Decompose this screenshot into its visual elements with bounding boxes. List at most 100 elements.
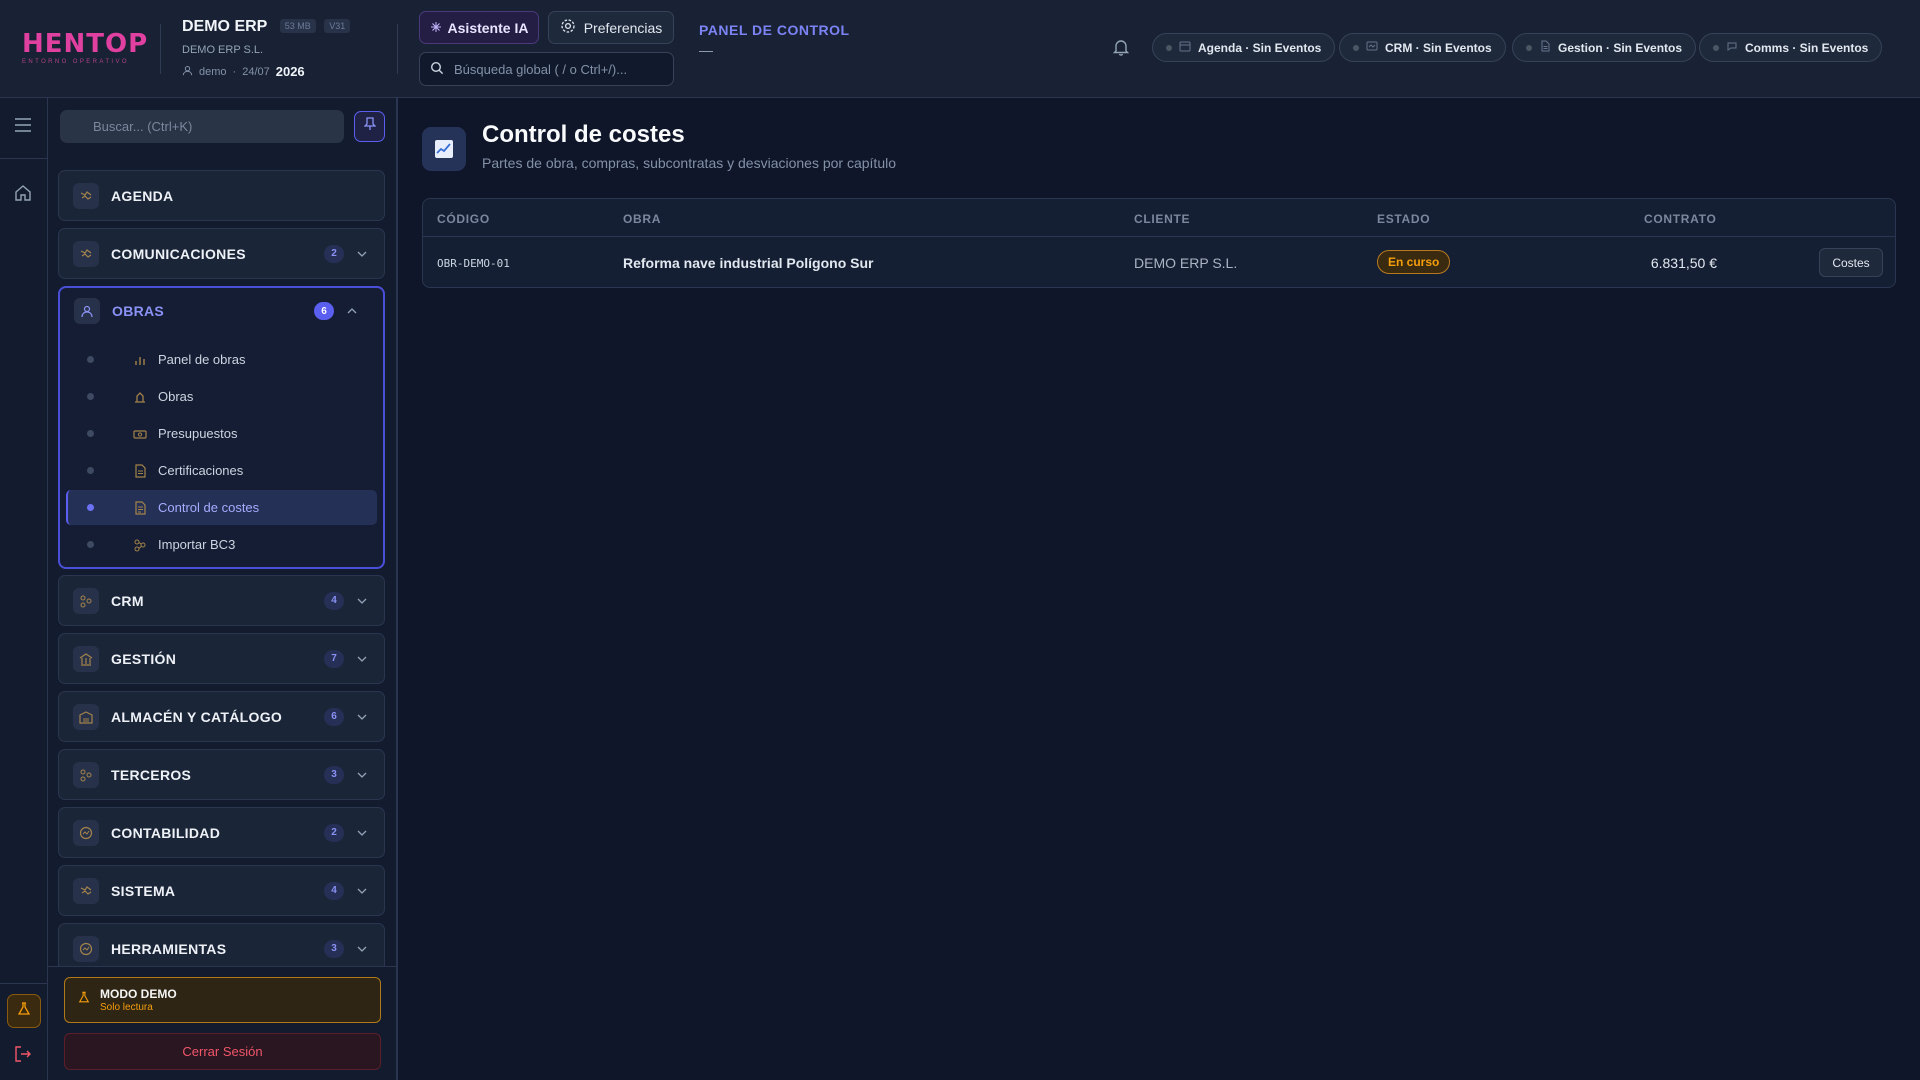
category-count-badge: 6 xyxy=(314,302,334,320)
logo-wordmark: HENTOP xyxy=(22,29,149,59)
category-count-badge: 6 xyxy=(324,707,344,726)
demo-mode-rail-button[interactable] xyxy=(7,994,41,1028)
sidebar-category-agenda[interactable]: AGENDA xyxy=(58,170,385,221)
panel-title[interactable]: PANEL DE CONTROL xyxy=(699,22,850,38)
chevron-down-icon xyxy=(354,830,370,836)
gear-icon xyxy=(560,18,576,37)
category-label: SISTEMA xyxy=(111,882,176,899)
flask-icon xyxy=(78,991,90,1009)
agenda-status-pill[interactable]: Agenda · Sin Eventos xyxy=(1152,33,1336,62)
system-icon xyxy=(73,877,99,904)
date: 24/07 xyxy=(242,65,270,78)
sidebar-item-certificaciones[interactable]: Certificaciones xyxy=(66,453,377,488)
sidebar-category-crm[interactable]: CRM 4 xyxy=(58,575,385,626)
accounting-icon xyxy=(73,819,99,846)
preferences-button[interactable]: Preferencias xyxy=(548,11,674,44)
user-icon xyxy=(182,65,193,79)
import-icon xyxy=(131,536,149,554)
sidebar-item-panel-de-obras[interactable]: Panel de obras xyxy=(66,342,377,377)
money-icon xyxy=(131,425,149,443)
user-line: demo · 24/07 2026 xyxy=(182,64,350,79)
column-header-obra[interactable]: OBRA xyxy=(623,212,661,226)
chevron-down-icon xyxy=(354,772,370,778)
company-name: DEMO ERP xyxy=(182,18,268,35)
category-count-badge: 3 xyxy=(324,939,344,958)
sidebar-item-label: Obras xyxy=(158,389,194,404)
pill-label: Agenda · Sin Eventos xyxy=(1198,40,1322,55)
cell-obra[interactable]: Reforma nave industrial Polígono Sur xyxy=(623,255,873,271)
global-search-placeholder: Búsqueda global ( / o Ctrl+/)... xyxy=(454,61,628,77)
obras-header[interactable]: OBRAS 6 xyxy=(74,298,374,324)
status-dot xyxy=(1166,44,1172,51)
category-label: CRM xyxy=(111,592,144,609)
home-icon[interactable] xyxy=(14,184,32,207)
panel-subtitle: — xyxy=(699,42,713,58)
bullet xyxy=(87,541,94,548)
ai-assistant-button[interactable]: Asistente IA xyxy=(419,11,539,44)
hamburger-menu-icon[interactable] xyxy=(14,118,32,137)
gestion-status-pill[interactable]: Gestion · Sin Eventos xyxy=(1512,33,1697,62)
status-dot xyxy=(1526,44,1532,51)
chevron-down-icon xyxy=(354,251,370,257)
separator-dot: · xyxy=(232,65,237,78)
worker-icon xyxy=(74,298,100,324)
sidebar-category-gestion[interactable]: GESTIÓN 7 xyxy=(58,633,385,684)
demo-mode-banner[interactable]: MODO DEMO Solo lectura xyxy=(64,977,381,1023)
demo-mode-title: MODO DEMO xyxy=(100,987,177,1001)
sidebar-category-contabilidad[interactable]: CONTABILIDAD 2 xyxy=(58,807,385,858)
ledger-icon xyxy=(131,499,149,517)
sidebar-search-placeholder: Buscar... (Ctrl+K) xyxy=(93,119,193,134)
column-header-estado[interactable]: ESTADO xyxy=(1377,212,1430,226)
column-header-codigo[interactable]: CÓDIGO xyxy=(437,212,490,226)
bullet xyxy=(87,467,94,474)
comms-status-pill[interactable]: Comms · Sin Eventos xyxy=(1699,33,1883,62)
sidebar-search-input[interactable]: Buscar... (Ctrl+K) xyxy=(60,110,344,143)
category-count-badge: 2 xyxy=(324,823,344,842)
app-logo[interactable]: HENTOP ENTORNO OPERATIVO xyxy=(22,29,149,66)
status-badge: En curso xyxy=(1377,250,1451,274)
crm-status-pill[interactable]: CRM · Sin Eventos xyxy=(1339,33,1506,62)
table-header: CÓDIGO OBRA CLIENTE ESTADO CONTRATO xyxy=(423,199,1895,237)
category-label: CONTABILIDAD xyxy=(111,824,221,841)
logout-icon[interactable] xyxy=(14,1045,32,1068)
category-label: ALMACÉN Y CATÁLOGO xyxy=(111,708,283,725)
category-count-badge: 7 xyxy=(324,649,344,668)
sidebar-category-terceros[interactable]: TERCEROS 3 xyxy=(58,749,385,800)
costes-button[interactable]: Costes xyxy=(1819,248,1883,277)
sidebar-item-importar-bc3[interactable]: Importar BC3 xyxy=(66,527,377,562)
chevron-down-icon xyxy=(354,714,370,720)
calendar-icon xyxy=(1179,40,1191,55)
sidebar-item-presupuestos[interactable]: Presupuestos xyxy=(66,416,377,451)
category-count-badge: 4 xyxy=(324,591,344,610)
column-header-contrato[interactable]: CONTRATO xyxy=(1644,212,1717,226)
sidebar-category-almacen[interactable]: ALMACÉN Y CATÁLOGO 6 xyxy=(58,691,385,742)
bell-icon[interactable] xyxy=(1112,38,1130,61)
chevron-down-icon xyxy=(354,888,370,894)
chevron-down-icon xyxy=(354,946,370,952)
pin-icon xyxy=(362,117,377,136)
size-chip: 53 MB xyxy=(279,19,316,33)
sidebar-item-obras[interactable]: Obras xyxy=(66,379,377,414)
category-label: AGENDA xyxy=(111,187,174,204)
year: 2026 xyxy=(275,64,305,79)
sidebar-category-comunicaciones[interactable]: COMUNICACIONES 2 xyxy=(58,228,385,279)
cell-contrato: 6.831,50 € xyxy=(1650,255,1717,271)
logout-button[interactable]: Cerrar Sesión xyxy=(64,1033,381,1070)
demo-mode-subtitle: Solo lectura xyxy=(100,1002,153,1013)
sidebar-category-sistema[interactable]: SISTEMA 4 xyxy=(58,865,385,916)
company-info: DEMO ERP 53 MB V31 DEMO ERP S.L. demo · … xyxy=(182,18,351,79)
bullet xyxy=(87,393,94,400)
pin-button[interactable] xyxy=(354,111,385,142)
column-header-cliente[interactable]: CLIENTE xyxy=(1134,212,1190,226)
status-dot xyxy=(1353,44,1359,51)
sidebar-item-control-de-costes[interactable]: Control de costes xyxy=(66,490,377,525)
user-name: demo xyxy=(199,65,227,78)
pill-label: CRM · Sin Eventos xyxy=(1385,40,1492,55)
category-label: HERRAMIENTAS xyxy=(111,940,227,957)
table-row[interactable]: OBR-DEMO-01 Reforma nave industrial Polí… xyxy=(423,237,1895,288)
global-search-input[interactable]: Búsqueda global ( / o Ctrl+/)... xyxy=(419,52,674,86)
sidebar-category-obras: OBRAS 6 Panel de obras Obras Presupuesto… xyxy=(58,286,385,569)
dashboard-icon xyxy=(131,351,149,369)
sidebar-footer: MODO DEMO Solo lectura Cerrar Sesión xyxy=(48,966,396,1080)
company-legal-name: DEMO ERP S.L. xyxy=(182,44,264,56)
